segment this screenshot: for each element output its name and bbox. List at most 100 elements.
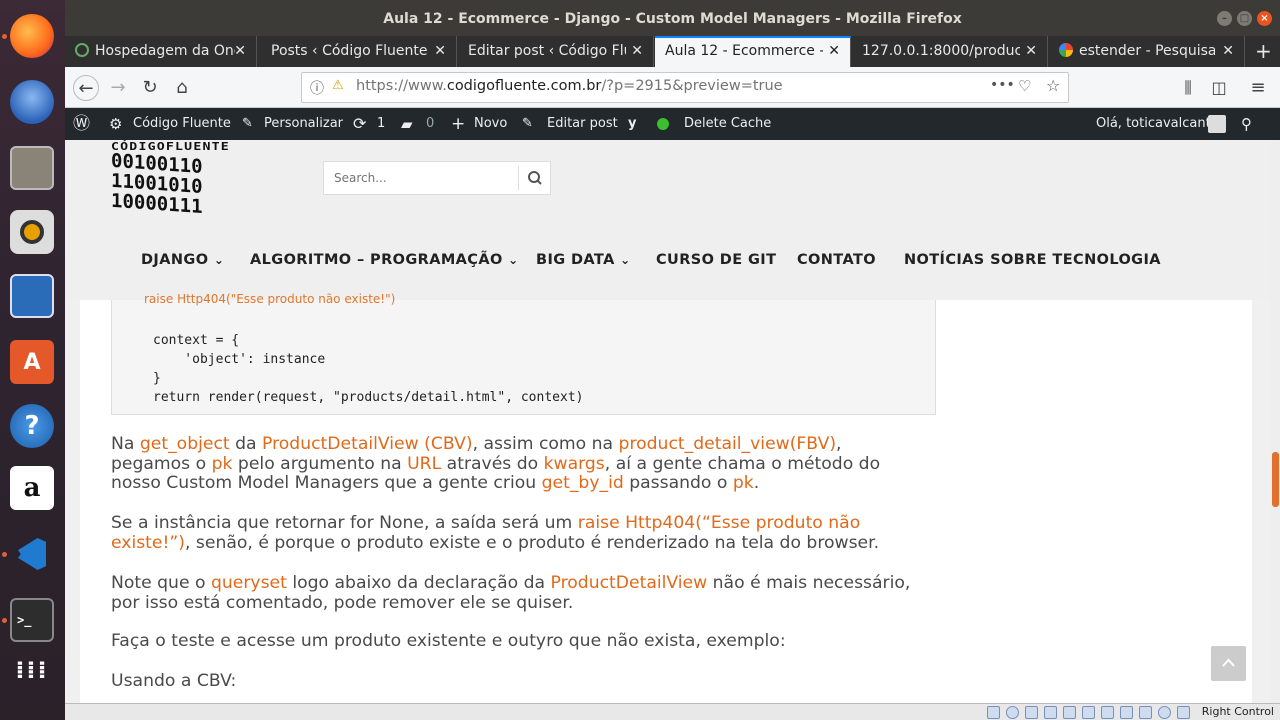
host-key-label: Right Control (1201, 705, 1274, 718)
yoast-icon[interactable]: y (628, 108, 636, 140)
wp-edit-post-link[interactable]: Editar post (547, 108, 618, 140)
comments-count[interactable]: 0 (426, 108, 434, 140)
vm-keyboard-icon[interactable] (1177, 706, 1190, 719)
vm-cpu-icon[interactable] (1139, 706, 1152, 719)
highlighted-term: product_detail_view(FBV) (618, 434, 837, 454)
vm-audio-icon[interactable] (1025, 706, 1038, 719)
info-icon[interactable]: ⓘ (310, 78, 324, 98)
updates-count[interactable]: 1 (377, 108, 385, 140)
updates-icon[interactable]: ⟳ (353, 108, 366, 140)
forward-icon[interactable]: → (105, 75, 131, 101)
software-center-icon[interactable]: A (10, 340, 54, 384)
plus-icon: + (451, 114, 466, 134)
running-indicator (2, 552, 7, 557)
page-actions-icon[interactable]: ••• (990, 77, 1015, 93)
back-to-top-button[interactable] (1211, 646, 1246, 681)
vm-mouse-icon[interactable] (1158, 706, 1171, 719)
search-input[interactable] (324, 162, 518, 194)
menu-item-curso-git[interactable]: CURSO DE GIT (656, 252, 776, 268)
home-icon[interactable]: ⌂ (169, 75, 195, 101)
close-tab-icon[interactable]: ✕ (1025, 36, 1037, 66)
thunderbird-icon[interactable] (10, 80, 54, 124)
library-icon[interactable]: ⫼ (1175, 75, 1201, 101)
tab-label: Editar post ‹ Código Flu (468, 43, 626, 59)
tab-editar-post[interactable]: Editar post ‹ Código Flu ✕ (458, 36, 654, 67)
code-block: raise Http404("Esse produto não existe!"… (111, 292, 936, 415)
code-text: context = { 'object': instance } return … (153, 333, 584, 405)
tab-localhost[interactable]: 127.0.0.1:8000/product ✕ (852, 36, 1048, 67)
vm-display-icon[interactable] (1101, 706, 1114, 719)
paragraph-3: Note que o queryset logo abaixo da decla… (111, 573, 926, 613)
search-button[interactable] (518, 166, 550, 190)
terminal-icon[interactable]: >_ (10, 598, 54, 642)
tab-posts[interactable]: Posts ‹ Código Fluente ✕ (261, 36, 457, 67)
maximize-icon[interactable]: □ (1237, 11, 1252, 26)
page-scrollbar[interactable] (1270, 140, 1280, 703)
menu-icon[interactable]: ≡ (1245, 75, 1271, 101)
help-icon[interactable]: ? (10, 404, 54, 448)
tab-strip: Hospedagem da One ✕ Posts ‹ Código Fluent… (65, 36, 1280, 67)
wp-greeting[interactable]: Olá, toticavalcanti (1096, 108, 1214, 140)
wp-new-link[interactable]: Novo (474, 108, 507, 140)
highlighted-term: pk (732, 473, 754, 493)
bookmark-star-icon[interactable]: ☆ (1046, 76, 1060, 95)
vm-network-icon[interactable] (1044, 706, 1057, 719)
minimize-icon[interactable]: – (1217, 11, 1232, 26)
wordpress-icon[interactable]: Ⓦ (73, 108, 90, 140)
paragraph-text: Se a instância que retornar for None, a … (111, 513, 578, 533)
customize-icon: ✎ (242, 116, 253, 131)
files-icon[interactable] (10, 146, 54, 190)
sidebar-icon[interactable]: ◫ (1206, 75, 1232, 101)
pocket-icon[interactable]: ♡ (1018, 77, 1031, 95)
highlighted-term: kwargs (543, 453, 605, 474)
libreoffice-writer-icon[interactable] (10, 274, 54, 318)
tab-hospedagem[interactable]: Hospedagem da One ✕ (65, 36, 257, 67)
search-icon (528, 171, 542, 185)
wp-search-icon[interactable]: ⚲ (1241, 108, 1252, 140)
close-tab-icon[interactable]: ✕ (234, 36, 246, 66)
back-icon[interactable]: ← (73, 75, 99, 101)
reload-icon[interactable]: ↻ (137, 75, 163, 101)
paragraph-text: da (229, 434, 263, 454)
paragraph-2: Se a instância que retornar for None, a … (111, 513, 926, 553)
paragraph-text: Faça o teste e acesse um produto existen… (111, 631, 786, 651)
close-tab-icon[interactable]: ✕ (434, 36, 446, 66)
rhythmbox-icon[interactable] (10, 210, 54, 254)
tab-label: estender - Pesquisa (1079, 43, 1215, 59)
paragraph-text: através do (441, 453, 544, 474)
amazon-icon[interactable]: a (10, 466, 54, 510)
firefox-icon[interactable] (10, 14, 54, 58)
close-tab-icon[interactable]: ✕ (828, 38, 840, 65)
vm-shared-folder-icon[interactable] (1082, 706, 1095, 719)
vm-recording-icon[interactable] (1120, 706, 1133, 719)
show-apps-icon[interactable]: ⁞⁞⁞ (10, 648, 54, 692)
close-tab-icon[interactable]: ✕ (631, 36, 643, 66)
paragraph-text: Na (111, 434, 140, 454)
wp-site-link[interactable]: Código Fluente (133, 108, 231, 140)
comments-icon[interactable]: ▰ (401, 108, 413, 140)
scrollbar-thumb[interactable] (1272, 452, 1279, 507)
menu-item-noticias[interactable]: NOTÍCIAS SOBRE TECNOLOGIA (904, 252, 1161, 268)
vscode-icon[interactable] (10, 532, 54, 576)
wp-customize-link[interactable]: Personalizar (264, 108, 343, 140)
tab-estender[interactable]: estender - Pesquisa ✕ (1049, 36, 1245, 67)
tab-aula-12[interactable]: Aula 12 - Ecommerce - D ✕ (655, 36, 851, 67)
menu-item-algoritmo[interactable]: ALGORITMO – PROGRAMAÇÃO ⌄ (250, 252, 519, 268)
menu-item-big-data[interactable]: BIG DATA ⌄ (536, 252, 631, 268)
new-tab-button[interactable]: + (1247, 36, 1280, 67)
menu-item-django[interactable]: DJANGO ⌄ (141, 252, 224, 268)
site-logo[interactable]: CÓDIGOFLUENTE 00100110 11001010 10000111 (111, 140, 291, 226)
vm-usb-icon[interactable] (1063, 706, 1076, 719)
close-tab-icon[interactable]: ✕ (1222, 36, 1234, 66)
close-icon[interactable]: × (1257, 11, 1272, 26)
insecure-lock-icon[interactable]: ⚠ (332, 78, 344, 93)
vm-optical-icon[interactable] (1006, 706, 1019, 719)
url-text[interactable]: https://www.codigofluente.com.br/?p=2915… (356, 78, 783, 94)
tab-label: Hospedagem da One (95, 43, 235, 59)
avatar[interactable] (1208, 115, 1226, 133)
vm-status-bar: Right Control (65, 703, 1280, 720)
delete-cache-link[interactable]: Delete Cache (684, 108, 771, 140)
vm-hdd-icon[interactable] (987, 706, 1000, 719)
menu-item-contato[interactable]: CONTATO (797, 252, 876, 268)
url-bar[interactable]: ⓘ ⚠ https://www.codigofluente.com.br/?p=… (301, 72, 1069, 103)
